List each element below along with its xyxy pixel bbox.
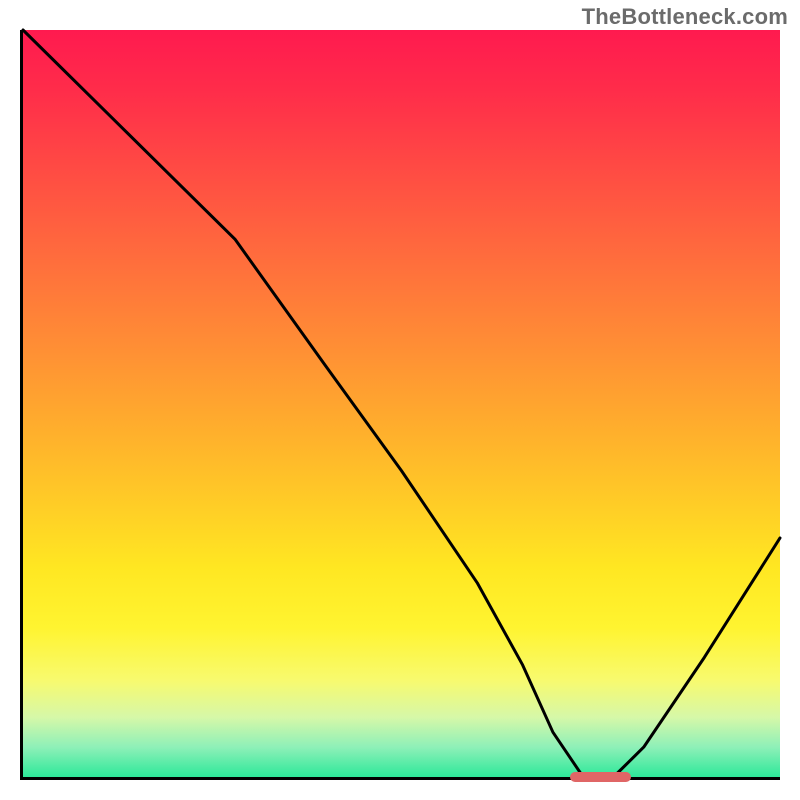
chart-plot-area — [20, 30, 780, 780]
optimal-range-marker — [570, 772, 631, 782]
bottleneck-curve — [23, 30, 780, 777]
watermark-text: TheBottleneck.com — [582, 4, 788, 30]
